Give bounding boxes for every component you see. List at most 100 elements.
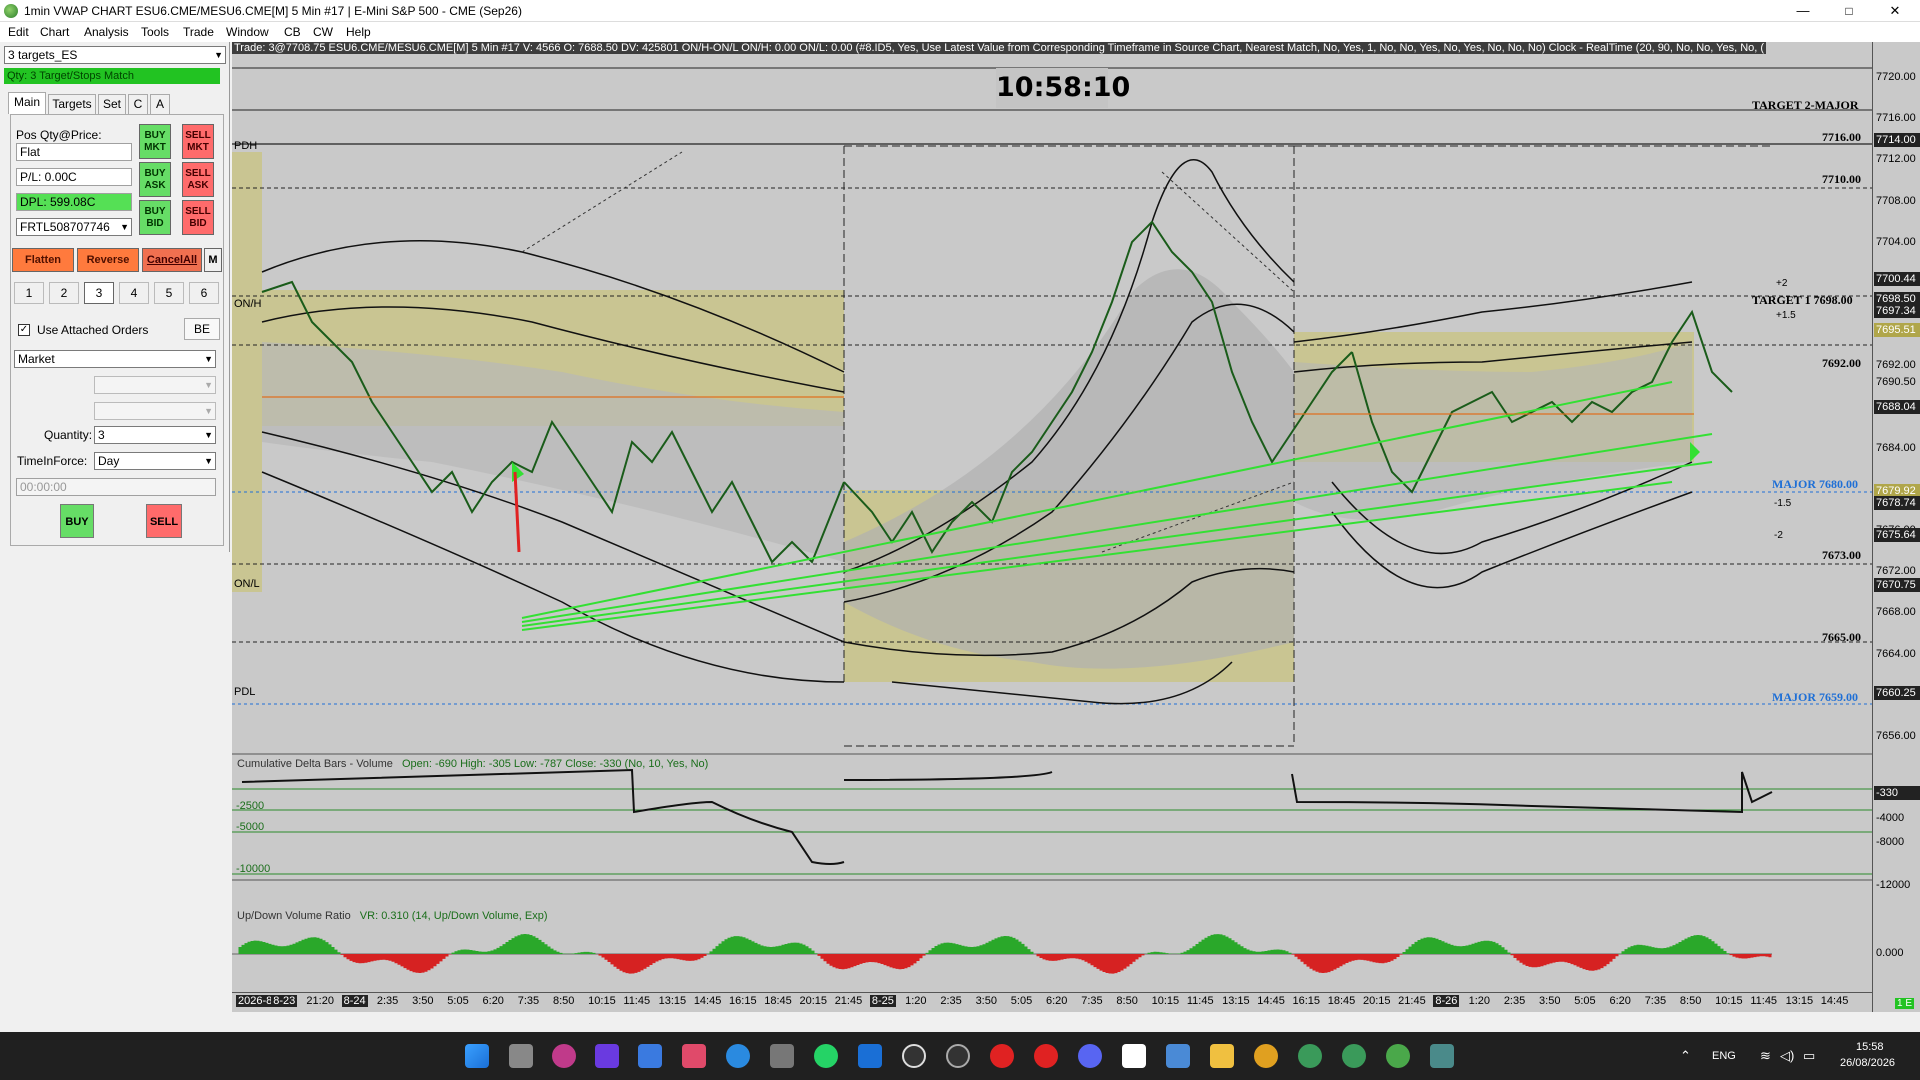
quantity-stepper[interactable]: 3 ▼ (94, 426, 216, 444)
sierra-chart-icon[interactable] (1298, 1044, 1322, 1068)
vr-name: Up/Down Volume Ratio (237, 910, 351, 922)
sierra-chart-active-icon[interactable] (1386, 1044, 1410, 1068)
maximize-button[interactable]: □ (1826, 0, 1872, 22)
outlook-icon[interactable] (858, 1044, 882, 1068)
qty-preset-2[interactable]: 2 (49, 282, 79, 304)
tab-a[interactable]: A (150, 94, 170, 114)
m-button[interactable]: M (204, 248, 222, 272)
whatsapp-icon[interactable] (814, 1044, 838, 1068)
tab-set[interactable]: Set (98, 94, 126, 114)
realtime-clock: 10:58:10 (996, 68, 1130, 108)
menu-chart[interactable]: Chart (40, 25, 69, 39)
time-axis-label: 8:50 (1679, 995, 1702, 1007)
battery-icon[interactable]: ▭ (1803, 1048, 1815, 1064)
target-preset-select[interactable]: 3 targets_ES ▼ (4, 46, 226, 64)
tab-c[interactable]: C (128, 94, 148, 114)
sell-ask-button[interactable]: SELL ASK (182, 162, 214, 197)
time-axis-date: 8-23 (271, 995, 298, 1007)
qty-preset-3[interactable]: 3 (84, 282, 114, 304)
tab-targets[interactable]: Targets (48, 94, 96, 114)
breakeven-button[interactable]: BE (184, 318, 220, 340)
dpl-field: DPL: 599.08C (16, 193, 132, 211)
qty-preset-5[interactable]: 5 (154, 282, 184, 304)
menu-cb[interactable]: CB (284, 25, 301, 39)
cum-delta-level-label: -5000 (236, 821, 265, 833)
discord-icon[interactable] (1078, 1044, 1102, 1068)
cloud-icon[interactable] (770, 1044, 794, 1068)
time-axis-label: 2:35 (940, 995, 962, 1007)
close-button[interactable]: ✕ (1872, 0, 1918, 22)
buy-ask-button[interactable]: BUY ASK (139, 162, 171, 197)
record-icon[interactable] (1034, 1044, 1058, 1068)
notion-icon[interactable] (1122, 1044, 1146, 1068)
task-view-icon[interactable] (509, 1044, 533, 1068)
sell-market-button[interactable]: SELL MKT (182, 124, 214, 159)
profile-app-icon[interactable] (552, 1044, 576, 1068)
menu-help[interactable]: Help (346, 25, 371, 39)
cum-delta-line (241, 768, 1773, 865)
menu-analysis[interactable]: Analysis (84, 25, 129, 39)
time-axis-label: 20:15 (799, 995, 827, 1007)
time-axis-label: 11:45 (623, 995, 651, 1007)
qty-preset-1[interactable]: 1 (14, 282, 44, 304)
menu-trade[interactable]: Trade (183, 25, 214, 39)
volume-icon[interactable]: ◁) (1780, 1048, 1794, 1064)
app-icon[interactable] (1430, 1044, 1454, 1068)
order-type-select[interactable]: Market ▼ (14, 350, 216, 368)
flatten-button[interactable]: Flatten (12, 248, 74, 272)
tab-main[interactable]: Main (8, 92, 46, 114)
use-attached-checkbox[interactable]: ✓ (18, 324, 30, 336)
clock-time[interactable]: 15:58 (1856, 1041, 1884, 1053)
time-axis-label: 5:05 (1010, 995, 1033, 1007)
chrome-icon[interactable] (1254, 1044, 1278, 1068)
menu-tools[interactable]: Tools (141, 25, 169, 39)
sell-button[interactable]: SELL (146, 504, 182, 538)
time-axis-label: 3:50 (1539, 995, 1561, 1007)
tool-icon[interactable] (682, 1044, 706, 1068)
chart-area[interactable] (232, 42, 1872, 1058)
minimize-button[interactable]: — (1780, 0, 1826, 22)
tray-chevron-icon[interactable]: ⌃ (1680, 1048, 1691, 1064)
clock-date[interactable]: 26/08/2026 (1840, 1057, 1895, 1069)
time-field[interactable]: 00:00:00 (16, 478, 216, 496)
chatgpt-icon[interactable] (946, 1044, 970, 1068)
buy-market-button[interactable]: BUY MKT (139, 124, 171, 159)
vr-title: Up/Down Volume Ratio VR: 0.310 (14, Up/D… (237, 910, 548, 922)
menu-edit[interactable]: Edit (8, 25, 29, 39)
cum-delta-axis-label: -12000 (1876, 879, 1911, 891)
time-axis-label: 7:35 (1644, 995, 1667, 1007)
tif-select[interactable]: Day ▼ (94, 452, 216, 470)
chevron-down-icon: ▼ (204, 406, 213, 416)
start-icon[interactable] (465, 1044, 489, 1068)
browser-icon[interactable] (638, 1044, 662, 1068)
language-indicator[interactable]: ENG (1712, 1050, 1736, 1062)
trade-panel: 3 targets_ES ▼ Qty: 3 Target/Stops Match… (0, 42, 230, 552)
edge-icon[interactable] (726, 1044, 750, 1068)
price-marker: 7675.64 (1874, 527, 1920, 542)
calculator-icon[interactable] (1166, 1044, 1190, 1068)
buy-bid-button[interactable]: BUY BID (139, 200, 171, 235)
sell-bid-button[interactable]: SELL BID (182, 200, 214, 235)
level-label: 7665.00 (1822, 630, 1861, 644)
map-pin-icon[interactable] (902, 1044, 926, 1068)
sierra-chart-icon[interactable] (1342, 1044, 1366, 1068)
vr-stats: VR: 0.310 (14, Up/Down Volume, Exp) (359, 910, 548, 922)
price-2-field[interactable]: ▼ (94, 402, 216, 420)
buy-button[interactable]: BUY (60, 504, 94, 538)
menu-cw[interactable]: CW (313, 25, 333, 39)
apps-grid-icon[interactable] (595, 1044, 619, 1068)
record-icon[interactable] (990, 1044, 1014, 1068)
time-axis-label: 11:45 (1750, 995, 1778, 1007)
menu-bar: Edit Chart Analysis Tools Trade Window C… (0, 22, 1920, 42)
menu-window[interactable]: Window (226, 25, 269, 39)
trend-line (521, 151, 683, 253)
account-select[interactable]: FRTL508707746 ▼ (16, 218, 132, 236)
qty-preset-4[interactable]: 4 (119, 282, 149, 304)
reverse-button[interactable]: Reverse (77, 248, 139, 272)
wifi-icon[interactable]: ≋ (1760, 1048, 1771, 1064)
qty-preset-6[interactable]: 6 (189, 282, 219, 304)
price-1-field[interactable]: ▼ (94, 376, 216, 394)
time-axis-label: 2:35 (1503, 995, 1526, 1007)
cancel-all-button[interactable]: CancelAll (142, 248, 202, 272)
folder-icon[interactable] (1210, 1044, 1234, 1068)
